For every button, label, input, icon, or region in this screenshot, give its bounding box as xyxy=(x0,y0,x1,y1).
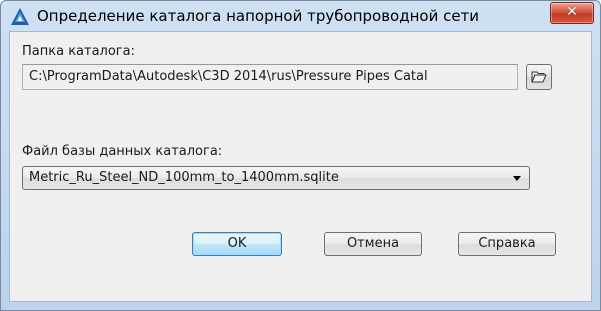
app-icon xyxy=(11,8,29,25)
window-title: Определение каталога напорной трубопрово… xyxy=(37,7,480,25)
close-icon: ✕ xyxy=(566,4,578,20)
dialog-window: Определение каталога напорной трубопрово… xyxy=(0,0,601,311)
help-button[interactable]: Справка xyxy=(458,232,556,256)
database-file-select[interactable]: Metric_Ru_Steel_ND_100mm_to_1400mm.sqlit… xyxy=(22,166,530,190)
browse-folder-button[interactable] xyxy=(526,64,552,90)
database-file-selected: Metric_Ru_Steel_ND_100mm_to_1400mm.sqlit… xyxy=(29,170,339,185)
close-button[interactable]: ✕ xyxy=(550,2,594,24)
catalog-folder-field[interactable]: C:\ProgramData\Autodesk\C3D 2014\rus\Pre… xyxy=(22,64,518,90)
dialog-body: Папка каталога: C:\ProgramData\Autodesk\… xyxy=(9,31,592,302)
cancel-button[interactable]: Отмена xyxy=(324,232,422,256)
title-bar[interactable]: Определение каталога напорной трубопрово… xyxy=(1,1,600,31)
chevron-down-icon xyxy=(513,176,521,181)
ok-button[interactable]: OK xyxy=(192,232,282,256)
database-file-label: Файл базы данных каталога: xyxy=(22,144,223,159)
catalog-folder-label: Папка каталога: xyxy=(22,44,135,59)
open-folder-icon xyxy=(531,71,547,83)
